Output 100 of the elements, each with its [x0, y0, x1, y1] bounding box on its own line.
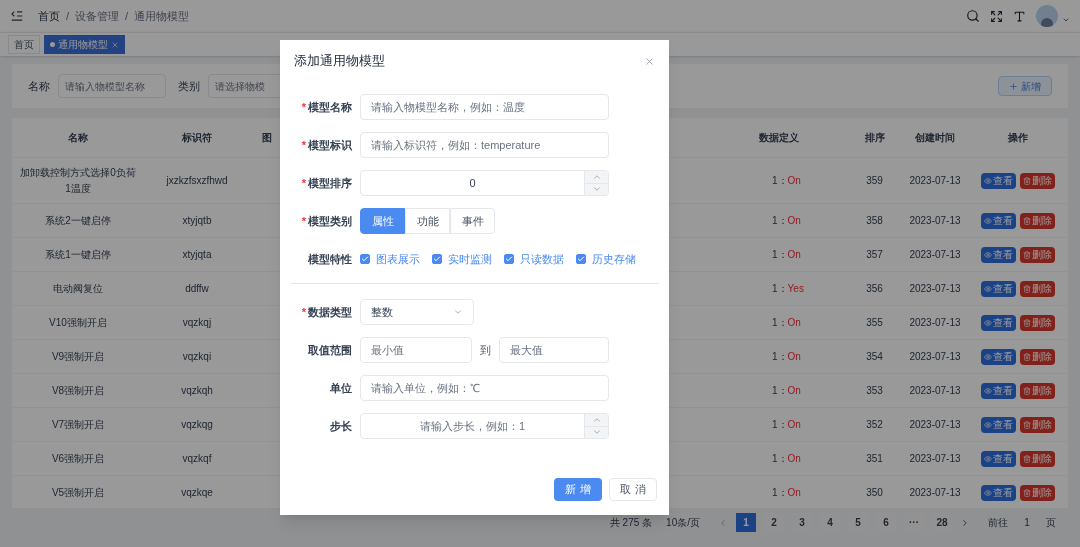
view-button[interactable]: 查看: [981, 450, 1016, 467]
column-header: 创建时间: [914, 131, 956, 145]
delete-button[interactable]: 删除: [1020, 172, 1055, 189]
add-button[interactable]: 新增: [998, 76, 1052, 96]
goto-field[interactable]: 1: [1016, 515, 1038, 530]
table-cell-text: 351: [865, 452, 884, 466]
column-header: 图: [261, 131, 272, 145]
breadcrumb-item: 通用物模型: [134, 8, 190, 24]
fullscreen-icon[interactable]: [990, 9, 1003, 23]
eye-icon: [984, 176, 992, 185]
search-icon[interactable]: [966, 9, 980, 23]
segment-tab[interactable]: 功能: [405, 208, 450, 234]
check-icon: [361, 255, 369, 263]
eye-icon: [984, 488, 992, 497]
submit-button[interactable]: 新 增: [554, 478, 602, 501]
table-cell-text: 电动阀复位: [52, 281, 104, 296]
view-button[interactable]: 查看: [981, 484, 1016, 501]
font-size-icon[interactable]: [1013, 9, 1026, 23]
eye-icon: [984, 318, 992, 327]
text-field[interactable]: 请输入物模型名称，例如：温度: [360, 94, 609, 120]
menu-icon[interactable]: [10, 9, 24, 23]
close-icon[interactable]: [644, 55, 655, 67]
page-size-select[interactable]: 10条/页: [666, 515, 700, 530]
view-button[interactable]: 查看: [981, 382, 1016, 399]
view-button[interactable]: 查看: [981, 280, 1016, 297]
view-button[interactable]: 查看: [981, 246, 1016, 263]
delete-button[interactable]: 删除: [1020, 416, 1055, 433]
total-count: 共 275 条: [609, 516, 653, 530]
delete-button[interactable]: 删除: [1020, 348, 1055, 365]
table-cell-text: V5强制开启: [50, 485, 106, 500]
eye-icon: [984, 216, 992, 225]
table-cell-text: 356: [865, 282, 884, 296]
table-cell-text: 357: [865, 248, 884, 262]
view-button[interactable]: 查看: [981, 348, 1016, 365]
table-cell-text: 2023-07-13: [908, 350, 962, 364]
checkbox-label: 实时监测: [448, 251, 492, 267]
min-field[interactable]: 最小值: [360, 337, 472, 363]
table-cell-text: 1：On: [771, 384, 802, 398]
view-button[interactable]: 查看: [981, 416, 1016, 433]
delete-button[interactable]: 删除: [1020, 382, 1055, 399]
avatar[interactable]: [1036, 5, 1058, 27]
checkbox[interactable]: [432, 254, 442, 264]
checkbox[interactable]: [576, 254, 586, 264]
check-icon: [577, 255, 585, 263]
next-page-icon[interactable]: [960, 517, 970, 528]
field-label: 模型名称: [308, 99, 352, 115]
goto-label: 前往: [988, 516, 1008, 530]
segment-tab[interactable]: 事件: [450, 208, 495, 234]
table-cell-text: 1：On: [771, 174, 802, 188]
checkbox[interactable]: [360, 254, 370, 264]
page-tab[interactable]: 首页: [8, 35, 40, 54]
table-cell-text: 1：On: [771, 248, 802, 262]
checkbox[interactable]: [504, 254, 514, 264]
eye-icon: [984, 352, 992, 361]
table-cell-text: 353: [865, 384, 884, 398]
max-field[interactable]: 最大值: [499, 337, 609, 363]
eye-icon: [984, 284, 992, 293]
table-cell-text: V10强制开启: [48, 315, 108, 330]
breadcrumb-item[interactable]: 首页: [38, 7, 60, 25]
checkbox-label: 历史存储: [592, 251, 636, 267]
trash-icon: [1023, 250, 1031, 259]
close-icon[interactable]: [111, 40, 119, 49]
filter-field[interactable]: 请输入物模型名称: [58, 74, 166, 98]
page-button[interactable]: 1: [736, 513, 756, 532]
check-icon: [505, 255, 513, 263]
delete-button[interactable]: 删除: [1020, 246, 1055, 263]
delete-button[interactable]: 删除: [1020, 450, 1055, 467]
view-button[interactable]: 查看: [981, 314, 1016, 331]
delete-button[interactable]: 删除: [1020, 314, 1055, 331]
delete-button[interactable]: 删除: [1020, 212, 1055, 229]
view-button[interactable]: 查看: [981, 172, 1016, 189]
table-cell-text: V7强制开启: [50, 417, 106, 432]
table-cell-text: 354: [865, 350, 884, 364]
delete-button[interactable]: 删除: [1020, 484, 1055, 501]
breadcrumb-item[interactable]: 设备管理: [75, 7, 120, 25]
text-field[interactable]: 请输入单位，例如：℃: [360, 375, 609, 401]
chevron-down-icon: [453, 307, 463, 317]
trash-icon: [1023, 420, 1031, 429]
text-field[interactable]: 请输入标识符，例如：temperature: [360, 132, 609, 158]
field-label: 模型类别: [308, 213, 352, 229]
trash-icon: [1023, 318, 1031, 327]
checkbox-label: 只读数据: [520, 251, 564, 267]
page-tab[interactable]: 通用物模型: [44, 35, 125, 54]
field-label: 步长: [330, 418, 352, 434]
trash-icon: [1023, 352, 1031, 361]
table-cell-text: 加卸载控制方式选择0负荷1温度: [19, 165, 137, 196]
eye-icon: [984, 250, 992, 259]
table-cell-text: V8强制开启: [50, 383, 106, 398]
caret-icon[interactable]: [1062, 16, 1070, 24]
cancel-button[interactable]: 取 消: [609, 478, 657, 501]
delete-button[interactable]: 删除: [1020, 280, 1055, 297]
table-cell-text: vqzkqj: [181, 316, 213, 330]
column-header: 名称: [67, 131, 89, 145]
segment-tab[interactable]: 属性: [360, 208, 405, 234]
previous-page-icon[interactable]: [718, 517, 728, 528]
view-button[interactable]: 查看: [981, 212, 1016, 229]
select-field[interactable]: 整数: [360, 299, 474, 325]
column-header: 标识符: [181, 131, 213, 145]
table-cell-text: 1：On: [771, 452, 802, 466]
required-mark: *: [301, 137, 306, 153]
